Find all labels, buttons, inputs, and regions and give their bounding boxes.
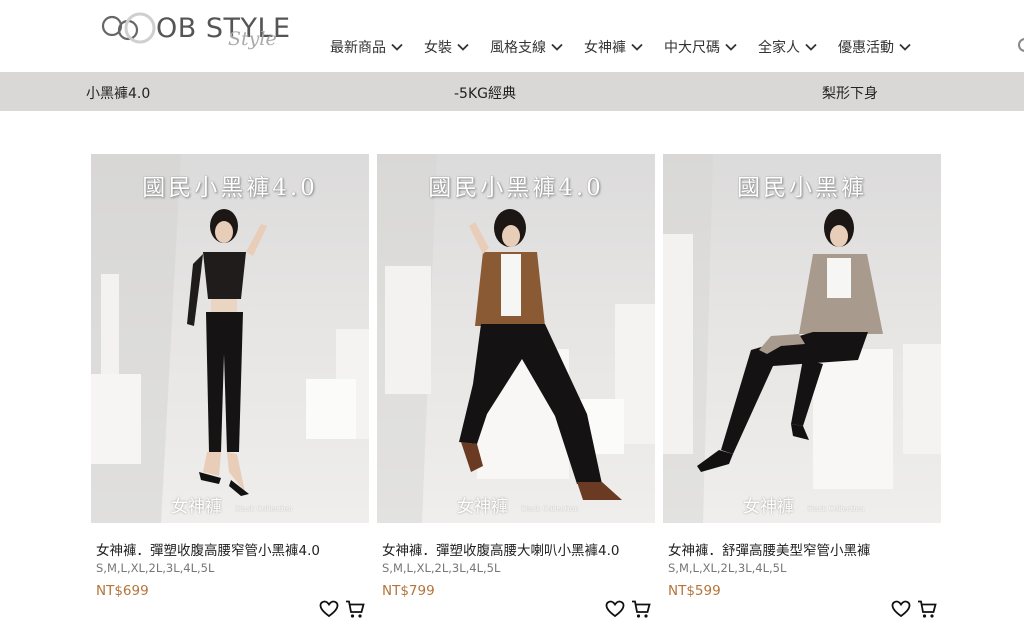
product-actions xyxy=(605,599,651,621)
model-photo xyxy=(91,154,369,523)
nav-item-styles[interactable]: 風格支線 xyxy=(490,36,564,58)
image-watermark-sub: Slack Collection xyxy=(807,505,865,513)
image-watermark: 女神褲 xyxy=(171,497,222,517)
product-title[interactable]: 女神褲．舒彈高腰美型窄管小黑褲 xyxy=(668,539,871,559)
nav-item-label: 女神褲 xyxy=(584,40,626,56)
product-price: NT$799 xyxy=(382,583,435,599)
subcategory-bar: 小黑褲4.0 -5KG經典 梨形下身 xyxy=(0,72,1024,111)
nav-item-label: 全家人 xyxy=(758,40,800,56)
chevron-down-icon xyxy=(805,43,817,51)
subcategory-minus-5kg[interactable]: -5KG經典 xyxy=(454,83,516,103)
product-title[interactable]: 女神褲．彈塑收腹高腰窄管小黑褲4.0 xyxy=(96,539,320,559)
subcategory-black-pants-4[interactable]: 小黑褲4.0 xyxy=(86,83,150,103)
model-photo xyxy=(377,154,655,523)
product-image[interactable]: 國民小黑褲4.0 女神褲 Slack Collection xyxy=(91,154,369,523)
main-nav: 最新商品 女裝 風格支線 女神褲 中大尺碼 全家人 優惠活動 xyxy=(330,36,932,58)
logo-mark-icon xyxy=(101,12,156,44)
nav-item-label: 最新商品 xyxy=(330,40,386,56)
chevron-down-icon xyxy=(551,43,563,51)
chevron-down-icon xyxy=(631,43,643,51)
site-header: OB STYLE Style 最新商品 女裝 風格支線 女神褲 中大尺碼 全家人 xyxy=(0,0,1024,72)
nav-item-label: 女裝 xyxy=(424,40,452,56)
product-sizes: S,M,L,XL,2L,3L,4L,5L xyxy=(96,561,215,575)
product-sizes: S,M,L,XL,2L,3L,4L,5L xyxy=(668,561,787,575)
heart-icon[interactable] xyxy=(319,599,339,619)
nav-item-new[interactable]: 最新商品 xyxy=(330,36,404,58)
product-actions xyxy=(891,599,937,621)
cart-icon[interactable] xyxy=(917,599,937,619)
heart-icon[interactable] xyxy=(891,599,911,619)
nav-item-plus-size[interactable]: 中大尺碼 xyxy=(664,36,738,58)
product-price: NT$599 xyxy=(668,583,721,599)
product-actions xyxy=(319,599,365,621)
image-watermark-sub: Slack Collection xyxy=(521,505,579,513)
image-watermark: 女神褲 xyxy=(457,497,508,517)
chevron-down-icon xyxy=(725,43,737,51)
model-photo xyxy=(663,154,941,523)
brand-logo[interactable]: OB STYLE Style xyxy=(100,6,300,58)
heart-icon[interactable] xyxy=(605,599,625,619)
nav-item-label: 中大尺碼 xyxy=(664,40,720,56)
cart-icon[interactable] xyxy=(631,599,651,619)
nav-item-label: 優惠活動 xyxy=(838,40,894,56)
search-icon[interactable] xyxy=(1018,38,1024,52)
chevron-down-icon xyxy=(457,43,469,51)
product-price: NT$699 xyxy=(96,583,149,599)
logo-script: Style xyxy=(228,28,277,50)
nav-item-womens[interactable]: 女裝 xyxy=(424,36,470,58)
image-watermark-sub: Slack Collection xyxy=(235,505,293,513)
chevron-down-icon xyxy=(391,43,403,51)
nav-item-label: 風格支線 xyxy=(490,40,546,56)
image-watermark: 女神褲 xyxy=(743,497,794,517)
nav-item-goddess-pants[interactable]: 女神褲 xyxy=(584,36,644,58)
product-sizes: S,M,L,XL,2L,3L,4L,5L xyxy=(382,561,501,575)
product-image[interactable]: 國民小黑褲 女神褲 Slack Collection xyxy=(663,154,941,523)
nav-item-family[interactable]: 全家人 xyxy=(758,36,818,58)
chevron-down-icon xyxy=(899,43,911,51)
image-headline: 國民小黑褲4.0 xyxy=(142,175,318,201)
cart-icon[interactable] xyxy=(345,599,365,619)
image-headline: 國民小黑褲 xyxy=(737,175,867,201)
product-title[interactable]: 女神褲．彈塑收腹高腰大喇叭小黑褲4.0 xyxy=(382,539,619,559)
image-headline: 國民小黑褲4.0 xyxy=(428,175,604,201)
nav-item-promotions[interactable]: 優惠活動 xyxy=(838,36,912,58)
subcategory-pear-shape[interactable]: 梨形下身 xyxy=(822,83,878,103)
product-image[interactable]: 國民小黑褲4.0 女神褲 Slack Collection xyxy=(377,154,655,523)
